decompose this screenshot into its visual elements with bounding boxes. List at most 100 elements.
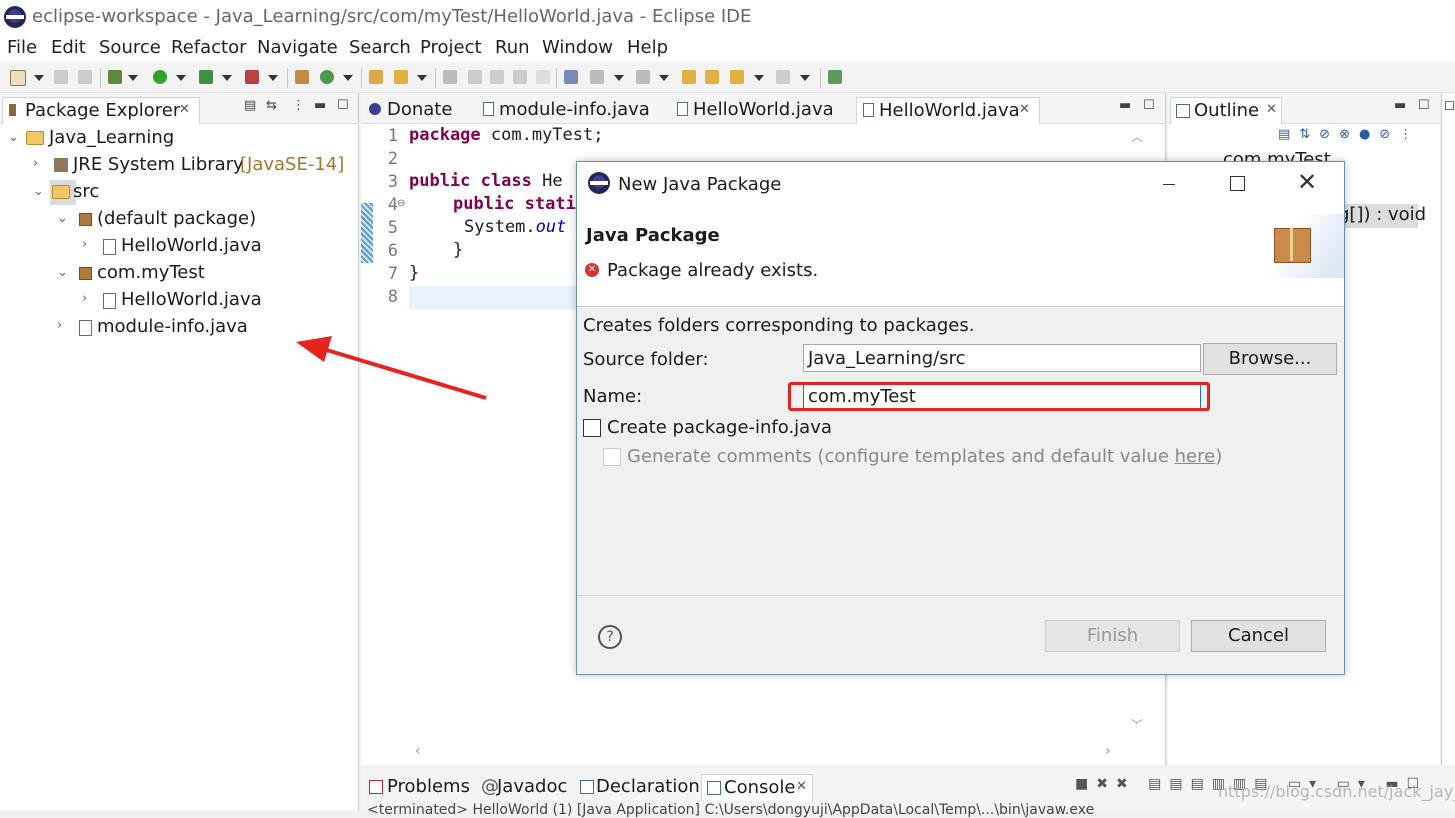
chevron-down-icon[interactable]: ⌄ xyxy=(57,265,68,280)
new-java-package-icon[interactable] xyxy=(295,70,309,84)
outline-toolbar-icons[interactable]: ▤⇅⊘⊗●⊘⋮ xyxy=(1278,127,1438,145)
debug-icon[interactable] xyxy=(108,70,122,84)
tab-problems[interactable]: Problems xyxy=(365,774,471,800)
menu-run[interactable]: Run xyxy=(495,37,530,58)
open-perspective-icon[interactable] xyxy=(828,70,842,84)
coverage-dropdown-icon[interactable] xyxy=(222,75,232,81)
skip-breakpoints-icon[interactable] xyxy=(564,70,578,84)
maximize-icon[interactable] xyxy=(1230,176,1245,191)
back-nav-icon[interactable] xyxy=(730,70,744,84)
tab-javadoc[interactable]: @ Javadoc xyxy=(479,774,571,800)
toggle-mark-icon[interactable] xyxy=(443,70,457,84)
block-select-icon[interactable] xyxy=(468,70,482,84)
menu-navigate[interactable]: Navigate xyxy=(257,37,338,58)
chevron-down-icon[interactable]: ⌄ xyxy=(57,211,68,226)
forward-dropdown-icon[interactable] xyxy=(800,75,810,81)
tree-item-mytest-helloworld[interactable]: › HelloWorld.java xyxy=(0,288,358,314)
view-menu-icon[interactable]: ⋮ xyxy=(292,98,305,113)
chevron-down-icon[interactable]: ⌄ xyxy=(8,130,19,145)
save-icon[interactable] xyxy=(54,70,68,84)
fold-collapse-icon[interactable]: ⊖ xyxy=(397,198,405,209)
tab-declaration[interactable]: Declaration xyxy=(577,774,701,800)
close-icon[interactable]: ✕ xyxy=(1297,168,1317,196)
browse-button[interactable]: Browse... xyxy=(1203,343,1337,375)
minimize-icon[interactable]: ▬ xyxy=(1394,98,1406,113)
new-icon[interactable] xyxy=(10,70,26,86)
tree-item-default-package[interactable]: ⌄ (default package) xyxy=(0,207,358,233)
menu-refactor[interactable]: Refactor xyxy=(171,37,247,58)
menu-file[interactable]: File xyxy=(7,37,37,58)
back-icon[interactable] xyxy=(705,70,719,84)
cancel-button[interactable]: Cancel xyxy=(1191,620,1326,652)
tab-module-info[interactable]: module-info.java xyxy=(479,97,665,123)
tab-helloworld-default[interactable]: HelloWorld.java xyxy=(673,97,853,123)
prev-annotation-dropdown-icon[interactable] xyxy=(659,75,669,81)
save-all-icon[interactable] xyxy=(78,70,92,84)
coverage-icon[interactable] xyxy=(199,70,213,84)
minimize-icon[interactable] xyxy=(1163,184,1175,185)
code-line-7[interactable]: } xyxy=(409,263,419,286)
menu-search[interactable]: Search xyxy=(349,37,411,58)
next-annotation-icon[interactable] xyxy=(590,70,604,84)
chevron-right-icon[interactable]: › xyxy=(57,318,62,333)
scroll-down-icon[interactable]: ﹀ xyxy=(1131,716,1143,733)
prev-annotation-icon[interactable] xyxy=(636,70,650,84)
maximize-icon[interactable]: ☐ xyxy=(1418,98,1430,113)
external-tools-icon[interactable] xyxy=(245,70,259,84)
help-icon[interactable]: ? xyxy=(598,625,622,649)
generate-comments-checkbox[interactable] xyxy=(603,448,621,466)
minimize-icon[interactable]: ▬ xyxy=(1119,98,1131,113)
close-icon[interactable]: ✕ xyxy=(1019,102,1030,117)
collapse-all-icon[interactable]: ▤ xyxy=(244,98,256,113)
tree-item-src[interactable]: ⌄ src xyxy=(0,180,358,206)
tab-console[interactable]: Console ✕ xyxy=(701,774,813,801)
scroll-right-icon[interactable]: › xyxy=(1105,743,1111,759)
chevron-right-icon[interactable]: › xyxy=(82,291,87,306)
next-annotation-dropdown-icon[interactable] xyxy=(614,75,624,81)
tab-outline[interactable]: Outline ✕ xyxy=(1170,97,1282,124)
code-line-6[interactable]: } xyxy=(453,240,463,263)
close-icon[interactable]: ✕ xyxy=(1266,102,1277,117)
breadcrumb-icon[interactable] xyxy=(490,70,504,84)
tab-helloworld-mytest[interactable]: HelloWorld.java ✕ xyxy=(856,97,1040,124)
maximize-icon[interactable]: ☐ xyxy=(337,98,349,113)
show-whitespace-icon[interactable] xyxy=(536,70,550,84)
tree-item-jre[interactable]: › JRE System Library [JavaSE-14] xyxy=(0,153,358,179)
menu-source[interactable]: Source xyxy=(99,37,161,58)
scroll-left-icon[interactable]: ‹ xyxy=(415,743,421,759)
code-line-5[interactable]: System.out xyxy=(464,217,566,240)
word-wrap-icon[interactable] xyxy=(513,70,527,84)
code-line-1[interactable]: package com.myTest; xyxy=(409,125,603,148)
menu-window[interactable]: Window xyxy=(542,37,613,58)
minimize-icon[interactable]: ▬ xyxy=(314,98,326,113)
new-dropdown-icon[interactable] xyxy=(34,75,44,81)
scroll-up-icon[interactable]: ︿ xyxy=(1131,128,1143,145)
link-editor-icon[interactable]: ⇆ xyxy=(266,98,277,113)
open-type-icon[interactable] xyxy=(369,70,383,84)
here-link[interactable]: here xyxy=(1175,446,1216,467)
create-package-info-label[interactable]: Create package-info.java xyxy=(607,417,832,438)
chevron-down-icon[interactable]: ⌄ xyxy=(33,184,44,199)
last-edit-location-icon[interactable] xyxy=(682,70,696,84)
tree-item-com-mytest[interactable]: ⌄ com.myTest xyxy=(0,261,358,287)
external-tools-dropdown-icon[interactable] xyxy=(268,75,278,81)
finish-button[interactable]: Finish xyxy=(1045,620,1180,652)
close-icon[interactable]: ✕ xyxy=(179,102,190,117)
menu-project[interactable]: Project xyxy=(420,37,482,58)
tab-donate[interactable]: Donate xyxy=(365,97,475,123)
new-class-dropdown-icon[interactable] xyxy=(343,75,353,81)
create-package-info-checkbox[interactable] xyxy=(583,419,601,437)
code-line-3[interactable]: public class He xyxy=(409,171,563,194)
run-dropdown-icon[interactable] xyxy=(176,75,186,81)
back-dropdown-icon[interactable] xyxy=(754,75,764,81)
restore-icon[interactable]: ☐ xyxy=(1444,99,1455,113)
close-icon[interactable]: ✕ xyxy=(796,779,807,794)
debug-dropdown-icon[interactable] xyxy=(128,75,138,81)
tree-item-project[interactable]: ⌄ Java_Learning xyxy=(0,126,358,152)
tab-package-explorer[interactable]: Package Explorer ✕ xyxy=(2,97,200,124)
search-dropdown-icon[interactable] xyxy=(417,75,427,81)
new-java-class-icon[interactable] xyxy=(320,70,334,84)
menu-edit[interactable]: Edit xyxy=(51,37,86,58)
chevron-right-icon[interactable]: › xyxy=(33,156,38,171)
code-line-4[interactable]: public stati xyxy=(453,194,576,217)
